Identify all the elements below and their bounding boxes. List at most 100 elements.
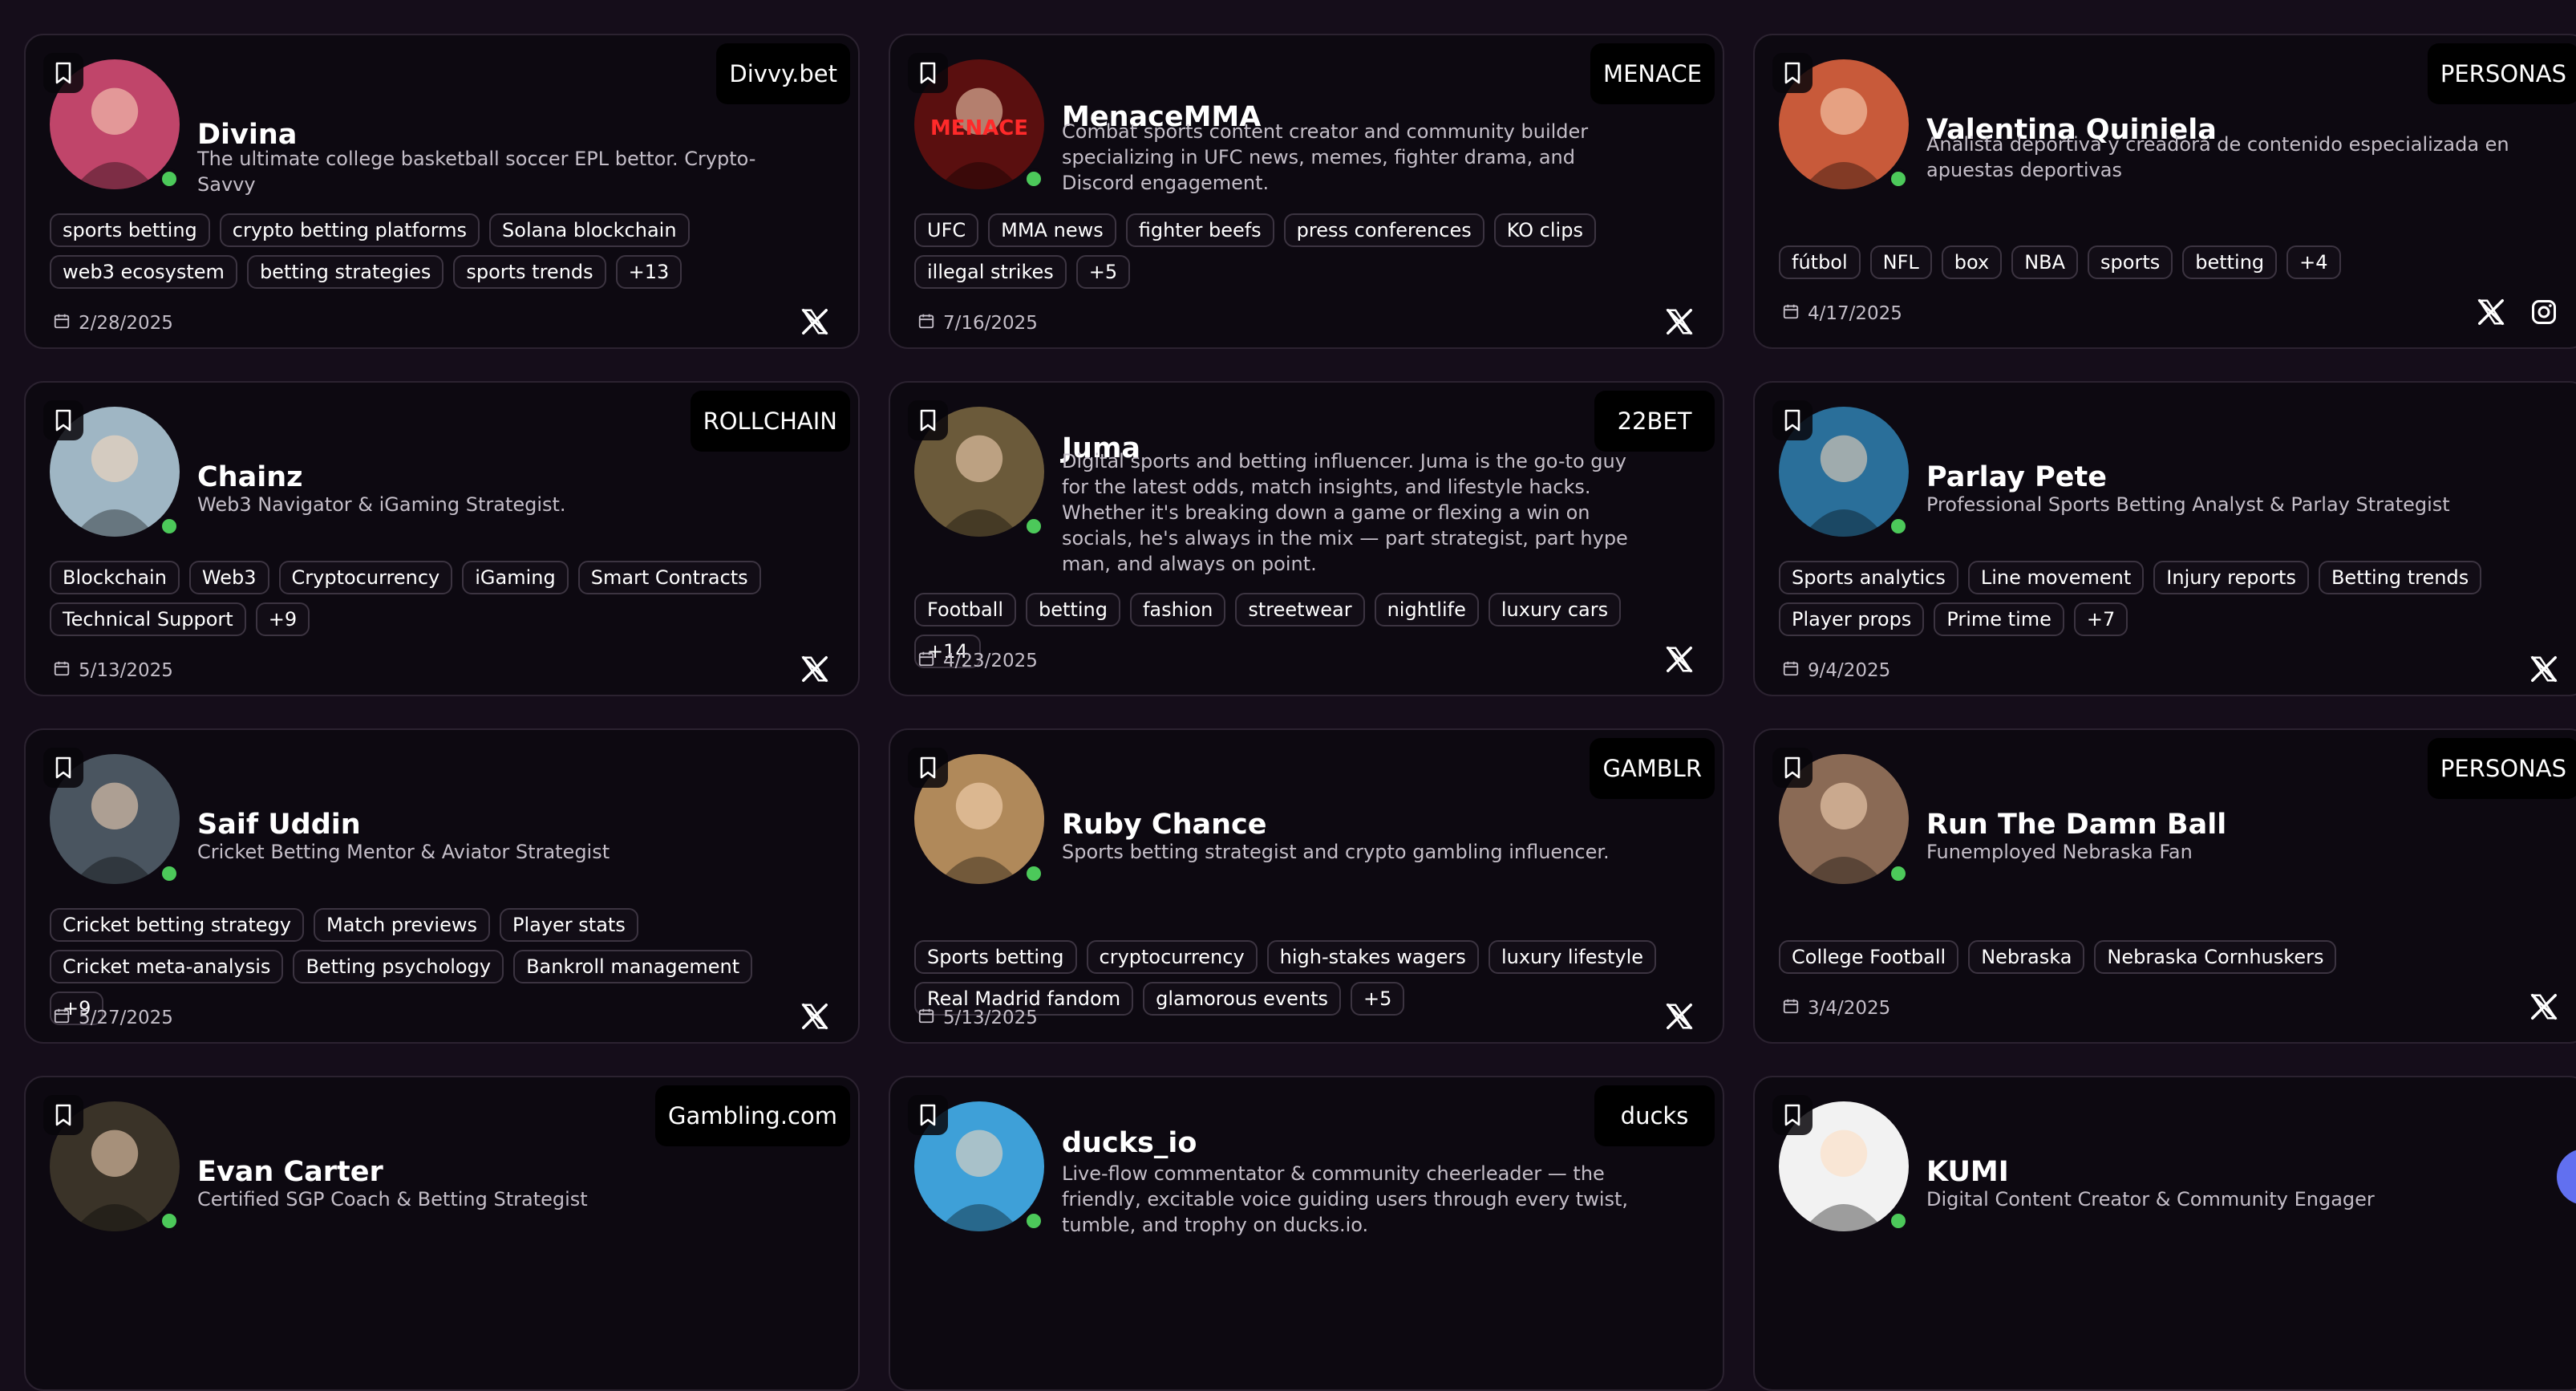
- tag-chip[interactable]: fútbol: [1779, 245, 1861, 279]
- bookmark-icon[interactable]: [908, 53, 948, 93]
- tag-chip[interactable]: College Football: [1779, 940, 1959, 974]
- persona-card[interactable]: 22BET Juma Digital sports and betting infl…: [889, 381, 1724, 696]
- tag-chip[interactable]: Web3: [188, 561, 269, 594]
- tag-chip[interactable]: Nebraska: [1968, 940, 2085, 974]
- tag-chip[interactable]: press conferences: [1283, 213, 1484, 247]
- persona-card[interactable]: Saif Uddin Cricket Betting Mentor & Aviat…: [24, 728, 860, 1044]
- more-tags-chip[interactable]: +13: [615, 255, 682, 289]
- x-icon[interactable]: [2528, 653, 2560, 685]
- x-icon[interactable]: [1663, 306, 1695, 338]
- more-tags-chip[interactable]: +4: [2286, 245, 2341, 279]
- tag-chip[interactable]: Match previews: [314, 908, 490, 942]
- tag-chip[interactable]: Solana blockchain: [489, 213, 690, 247]
- tag-chip[interactable]: Player props: [1779, 602, 1925, 636]
- tag-chip[interactable]: luxury lifestyle: [1488, 940, 1657, 974]
- bookmark-icon[interactable]: [43, 400, 83, 440]
- persona-card[interactable]: KUMI Digital Content Creator & Community …: [1753, 1076, 2576, 1391]
- bookmark-icon[interactable]: [1772, 400, 1813, 440]
- brand-logo: Divvy.bet: [716, 43, 850, 104]
- tag-chip[interactable]: betting strategies: [246, 255, 444, 289]
- tag-chip[interactable]: MMA news: [988, 213, 1116, 247]
- bookmark-icon[interactable]: [908, 400, 948, 440]
- tag-chip[interactable]: KO clips: [1493, 213, 1596, 247]
- tag-chip[interactable]: crypto betting platforms: [219, 213, 480, 247]
- x-icon[interactable]: [2475, 296, 2507, 328]
- tag-chip[interactable]: Betting psychology: [293, 950, 504, 983]
- tag-chip[interactable]: sports: [2088, 245, 2173, 279]
- x-icon[interactable]: [799, 1000, 831, 1032]
- persona-card[interactable]: PERSONAS Run The Damn Ball Funemployed Neb…: [1753, 728, 2576, 1044]
- persona-card[interactable]: Parlay Pete Professional Sports Betting A…: [1753, 381, 2576, 696]
- x-icon[interactable]: [799, 653, 831, 685]
- tag-chip[interactable]: NFL: [1869, 245, 1932, 279]
- tag-chip[interactable]: sports betting: [50, 213, 210, 247]
- bookmark-icon[interactable]: [43, 748, 83, 788]
- social-links: [799, 306, 831, 338]
- tag-chip[interactable]: Blockchain: [50, 561, 180, 594]
- tag-chip[interactable]: luxury cars: [1488, 593, 1622, 627]
- tag-chip[interactable]: Technical Support: [50, 602, 246, 636]
- tag-chip[interactable]: illegal strikes: [914, 255, 1067, 289]
- more-tags-chip[interactable]: +7: [2073, 602, 2128, 636]
- bookmark-icon[interactable]: [908, 748, 948, 788]
- tag-chip[interactable]: Bankroll management: [513, 950, 753, 983]
- tag-chip[interactable]: web3 ecosystem: [50, 255, 237, 289]
- bookmark-icon[interactable]: [1772, 53, 1813, 93]
- tag-chip[interactable]: cryptocurrency: [1086, 940, 1258, 974]
- instagram-icon[interactable]: [2528, 296, 2560, 328]
- tag-chip[interactable]: Betting trends: [2318, 561, 2482, 594]
- tag-chip[interactable]: nightlife: [1374, 593, 1479, 627]
- bookmark-icon[interactable]: [1772, 1095, 1813, 1135]
- persona-card[interactable]: GAMBLR Ruby Chance Sports betting strategi…: [889, 728, 1724, 1044]
- tag-chip[interactable]: NBA: [2011, 245, 2079, 279]
- persona-card[interactable]: PERSONAS Valentina Quiniela Analista depor…: [1753, 34, 2576, 349]
- tag-chip[interactable]: streetwear: [1235, 593, 1365, 627]
- tag-chip[interactable]: Sports betting: [914, 940, 1077, 974]
- tag-chip[interactable]: Line movement: [1967, 561, 2145, 594]
- persona-bio: Combat sports content creator and commun…: [1062, 120, 1589, 194]
- tag-chip[interactable]: fighter beefs: [1125, 213, 1274, 247]
- persona-card[interactable]: Divvy.bet Divina The ultimate college bask…: [24, 34, 860, 349]
- x-icon[interactable]: [2528, 991, 2560, 1023]
- tag-chip[interactable]: Sports analytics: [1779, 561, 1958, 594]
- x-icon[interactable]: [799, 306, 831, 338]
- persona-card[interactable]: MENACE MENACE MenaceMMA Combat sports conte…: [889, 34, 1724, 349]
- bookmark-icon[interactable]: [1772, 748, 1813, 788]
- brand-logo: 22BET: [1594, 391, 1715, 452]
- tag-chip[interactable]: UFC: [914, 213, 979, 247]
- persona-card[interactable]: ROLLCHAIN Chainz Web3 Navigator & iGaming …: [24, 381, 860, 696]
- bookmark-icon[interactable]: [908, 1095, 948, 1135]
- created-date: 5/13/2025: [53, 659, 173, 682]
- tag-chip[interactable]: iGaming: [462, 561, 569, 594]
- persona-card[interactable]: Gambling.com Evan Carter Certified SGP Coa…: [24, 1076, 860, 1391]
- tag-list: Sports analytics Line movement Injury repo…: [1779, 561, 2539, 636]
- tag-chip[interactable]: Injury reports: [2153, 561, 2309, 594]
- persona-bio: Live-flow commentator & community cheerl…: [1062, 1162, 1629, 1236]
- tag-chip[interactable]: sports trends: [453, 255, 606, 289]
- tag-chip[interactable]: betting: [2182, 245, 2278, 279]
- tag-chip[interactable]: high-stakes wagers: [1266, 940, 1479, 974]
- tag-chip[interactable]: Smart Contracts: [577, 561, 761, 594]
- tag-chip[interactable]: fashion: [1129, 593, 1226, 627]
- persona-card[interactable]: ducks ducks_io Live-flow commentator & com…: [889, 1076, 1724, 1391]
- x-icon[interactable]: [1663, 1000, 1695, 1032]
- tag-chip[interactable]: Cricket meta-analysis: [50, 950, 284, 983]
- more-tags-chip[interactable]: +5: [1075, 255, 1131, 289]
- tag-chip[interactable]: betting: [1026, 593, 1120, 627]
- tag-list: College Football Nebraska Nebraska Cornhus…: [1779, 940, 2539, 974]
- bookmark-icon[interactable]: [43, 1095, 83, 1135]
- persona-name: Saif Uddin: [197, 809, 361, 841]
- brand-logo: MENACE: [1590, 43, 1715, 104]
- more-tags-chip[interactable]: +9: [255, 602, 310, 636]
- tag-chip[interactable]: Cricket betting strategy: [50, 908, 304, 942]
- bookmark-icon[interactable]: [43, 53, 83, 93]
- tag-chip[interactable]: Nebraska Cornhuskers: [2094, 940, 2337, 974]
- tag-chip[interactable]: box: [1941, 245, 2003, 279]
- tag-chip[interactable]: glamorous events: [1143, 982, 1341, 1016]
- x-icon[interactable]: [1663, 643, 1695, 675]
- tag-chip[interactable]: Prime time: [1934, 602, 2064, 636]
- tag-chip[interactable]: Cryptocurrency: [278, 561, 453, 594]
- tag-chip[interactable]: Football: [914, 593, 1017, 627]
- more-tags-chip[interactable]: +5: [1350, 982, 1405, 1016]
- tag-chip[interactable]: Player stats: [499, 908, 638, 942]
